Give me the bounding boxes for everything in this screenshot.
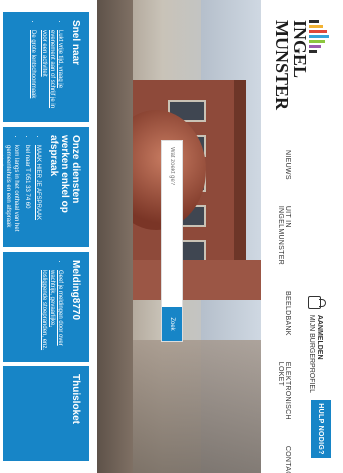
login-link[interactable]: AANMELDEN MIJN BURGERPROFIEL	[307, 295, 323, 393]
rotated-page: INGEL MUNSTER NIEUWS UIT IN INGELMUNSTER…	[0, 0, 343, 473]
tile-link[interactable]: De grote lentschoonmaak	[29, 30, 37, 114]
login-text: AANMELDEN MIJN BURGERPROFIEL	[308, 314, 323, 393]
search-button[interactable]: Zoek	[162, 307, 182, 341]
nav-elektronisch-loket[interactable]: ELEKTRONISCH LOKET	[277, 362, 291, 420]
tile-title: Melding8770	[70, 260, 81, 321]
tile-afspraak: Onze diensten werken enkel op afspraak M…	[0, 127, 89, 247]
nav-uit[interactable]: UIT IN INGELMUNSTER	[277, 206, 291, 265]
tile-title: Snel naar	[70, 20, 81, 66]
tile-melding[interactable]: Melding8770 Geef je meldingen door over …	[3, 252, 89, 362]
logo-bars-icon	[309, 20, 329, 58]
help-button[interactable]: HULP NODIG?	[311, 400, 331, 458]
search-input[interactable]	[162, 141, 182, 307]
tile-title: Onze diensten werken enkel op afspraak	[48, 135, 81, 213]
tile-text: bel naar T 051 33 74 60	[23, 145, 31, 239]
search-bar: Zoek	[161, 140, 183, 342]
screen: INGEL MUNSTER NIEUWS UIT IN INGELMUNSTER…	[0, 0, 343, 473]
ingelmunster-logo[interactable]: INGEL MUNSTER	[272, 20, 333, 140]
tile-link[interactable]: Lukt vrije tijd, vraag je evenement aan …	[40, 30, 64, 114]
tile-link[interactable]: Geef je meldingen door over wachtrijk, g…	[40, 270, 64, 354]
tile-title: Thuisloket	[70, 374, 81, 425]
pavement	[97, 0, 133, 473]
main-nav: NIEUWS UIT IN INGELMUNSTER BEELDBANK ELE…	[277, 150, 291, 473]
tile-thuisloket[interactable]: Thuisloket	[3, 366, 89, 461]
hero-image: Zoek	[97, 0, 261, 473]
tile-link[interactable]: MAAK HIER JE AFSPRAAK	[34, 145, 42, 239]
lock-icon	[308, 295, 322, 309]
logo-text: INGEL MUNSTER	[272, 20, 310, 111]
nav-beeldbank[interactable]: BEELDBANK	[277, 291, 291, 336]
tile-snel-naar: Snel naar Lukt vrije tijd, vraag je even…	[3, 12, 89, 122]
tiles: Snel naar Lukt vrije tijd, vraag je even…	[0, 0, 97, 473]
tile-text: kom langs in het onthaal van het gemeent…	[0, 145, 20, 239]
site-header: INGEL MUNSTER NIEUWS UIT IN INGELMUNSTER…	[260, 0, 343, 473]
nav-contact[interactable]: CONTACT	[277, 446, 291, 473]
nav-news[interactable]: NIEUWS	[277, 150, 291, 180]
